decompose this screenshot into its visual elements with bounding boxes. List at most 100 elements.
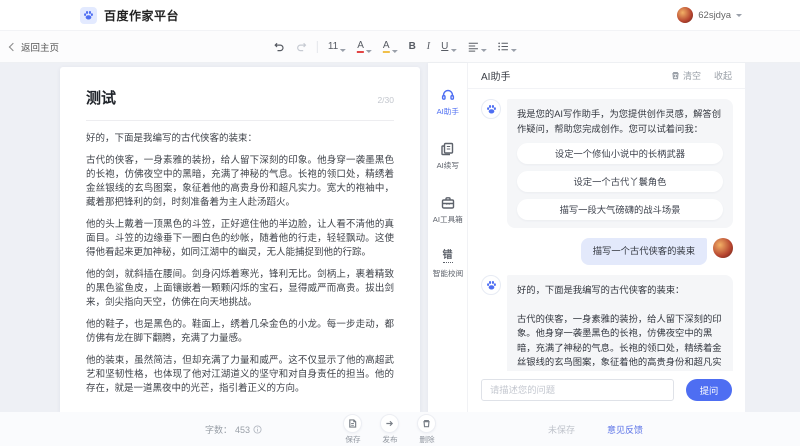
ai-welcome-row: 我是您的AI写作助手，为您提供创作灵感，解答创作疑问，帮助您完成创作。您可以试着… (481, 99, 733, 228)
user-menu[interactable]: 62sjdya (677, 7, 742, 23)
font-size-select[interactable]: 11 (327, 39, 347, 54)
suggestion-maid-role[interactable]: 设定一个古代丫鬟角色 (517, 171, 723, 192)
feedback-link[interactable]: 意见反馈 (607, 423, 643, 436)
assistant-paw-avatar (481, 275, 501, 295)
chevron-down-icon (366, 50, 372, 53)
redo-icon (296, 41, 307, 52)
user-avatar (677, 7, 693, 23)
underline-icon: U (441, 41, 448, 52)
align-button[interactable] (466, 39, 487, 54)
redo-button[interactable] (295, 39, 308, 54)
sidebar-item-ai-assistant[interactable]: AI助手 (436, 87, 460, 117)
collapse-panel-label: 收起 (714, 69, 732, 82)
doc-paragraph: 他的装束，虽然简洁，但却充满了力量和威严。这不仅显示了他的高超武艺和坚韧性格，也… (86, 354, 394, 396)
clear-chat-button[interactable]: 清空 (671, 69, 701, 82)
delete-button[interactable]: 删除 (417, 414, 436, 445)
bold-button[interactable]: B (408, 39, 417, 54)
chat-area: 我是您的AI写作助手，为您提供创作灵感，解答创作疑问，帮助您完成创作。您可以试着… (468, 89, 745, 371)
chevron-down-icon (480, 49, 486, 52)
back-home-link[interactable]: 返回主页 (10, 40, 59, 54)
doc-paragraph: 好的，下面是我编写的古代侠客的装束： (86, 132, 394, 146)
trash-icon (422, 419, 431, 428)
undo-icon (274, 41, 285, 52)
chevron-left-icon (9, 42, 17, 50)
italic-button[interactable]: I (426, 39, 431, 54)
title-divider (86, 120, 394, 121)
proofread-icon: 错 (440, 249, 455, 264)
main-area: 测试 2/30 好的，下面是我编写的古代侠客的装束： 古代的侠客，一身素雅的装扮… (0, 63, 800, 412)
bold-icon: B (409, 41, 416, 52)
app-header: 百度作家平台 62sjdya (0, 0, 800, 31)
ai-reply-intro: 好的，下面是我编写的古代侠客的装束： (517, 283, 723, 298)
highlight-color-button[interactable]: A (382, 39, 399, 55)
sidebar-item-label: AI工具箱 (433, 214, 463, 224)
undo-button[interactable] (273, 39, 286, 54)
back-home-label: 返回主页 (21, 40, 59, 54)
ai-reply-row: 好的，下面是我编写的古代侠客的装束： 古代的侠客，一身素雅的装扮，给人留下深刻的… (481, 275, 733, 371)
trash-icon (671, 71, 680, 80)
ai-welcome-text: 我是您的AI写作助手，为您提供创作灵感，解答创作疑问，帮助您完成创作。您可以试着… (517, 107, 723, 136)
delete-label: 删除 (419, 434, 434, 444)
doc-paragraph: 他的鞋子，也是黑色的。鞋面上，绣着几朵金色的小龙。每一步走动，都仿佛有龙在脚下翻… (86, 318, 394, 346)
save-button[interactable]: 保存 (343, 414, 362, 445)
ai-tools-sidebar: AI助手 AI续写 AI工具箱 错 智能校阅 (428, 63, 467, 412)
app-root: 百度作家平台 62sjdya 返回主页 11 A (0, 0, 800, 446)
doc-paragraph: 古代的侠客，一身素雅的装扮，给人留下深刻的印象。他身穿一袭墨黑色的长袍，仿佛夜空… (86, 154, 394, 210)
question-input[interactable] (481, 379, 674, 401)
ask-button[interactable]: 提问 (686, 379, 732, 401)
baidu-paw-logo-icon (80, 7, 97, 24)
assistant-paw-avatar (481, 99, 501, 119)
ai-reply-body: 古代的侠客，一身素雅的装扮，给人留下深刻的印象。他身穿一袭墨黑色的长袍，仿佛夜空… (517, 312, 723, 372)
word-count-label: 字数： (205, 423, 232, 436)
ask-input-row: 提问 (468, 371, 745, 412)
ai-welcome-bubble: 我是您的AI写作助手，为您提供创作灵感，解答创作疑问，帮助您完成创作。您可以试着… (507, 99, 733, 228)
sidebar-item-label: 智能校阅 (432, 268, 462, 278)
user-message-row: 描写一个古代侠客的装束 (481, 238, 733, 265)
align-icon (467, 41, 478, 52)
suggestion-weapon[interactable]: 设定一个修仙小说中的长柄武器 (517, 143, 723, 164)
headset-icon (440, 87, 455, 102)
document-editor[interactable]: 好的，下面是我编写的古代侠客的装束： 古代的侠客，一身素雅的装扮，给人留下深刻的… (86, 132, 394, 396)
assistant-header: AI助手 清空 收起 (468, 63, 745, 89)
assistant-title: AI助手 (481, 68, 510, 83)
document-card: 测试 2/30 好的，下面是我编写的古代侠客的装束： 古代的侠客，一身素雅的装扮… (60, 67, 420, 412)
list-icon (497, 41, 508, 52)
sidebar-item-ai-continue[interactable]: AI续写 (436, 141, 460, 171)
ai-reply-bubble: 好的，下面是我编写的古代侠客的装束： 古代的侠客，一身素雅的装扮，给人留下深刻的… (507, 275, 733, 371)
collapse-panel-button[interactable]: 收起 (714, 69, 732, 82)
word-count-value: 453 (235, 425, 250, 435)
title-char-counter: 2/30 (377, 95, 394, 105)
underline-button[interactable]: U (440, 39, 457, 54)
toolbox-icon (440, 195, 455, 210)
chevron-down-icon (392, 50, 398, 53)
info-icon[interactable] (253, 425, 262, 434)
word-count: 字数：453 (205, 423, 262, 436)
document-title-field[interactable]: 测试 (86, 87, 116, 108)
font-color-button[interactable]: A (356, 39, 373, 55)
toolbar-row: 返回主页 11 A A B I U (0, 31, 800, 63)
footer-bar: 字数：453 保存 发布 删除 未保存 意见反馈 (0, 412, 800, 446)
user-message-bubble: 描写一个古代侠客的装束 (581, 238, 707, 265)
ai-assistant-panel: AI助手 清空 收起 (467, 63, 745, 412)
unsaved-status: 未保存 (548, 423, 575, 436)
italic-icon: I (427, 41, 430, 52)
user-name: 62sjdya (698, 10, 731, 21)
document-pages-icon (440, 141, 455, 156)
sidebar-item-label: AI续写 (436, 160, 458, 170)
chevron-down-icon (340, 49, 346, 52)
footer-actions: 保存 发布 删除 (343, 414, 436, 445)
save-file-icon (348, 419, 357, 428)
app-title: 百度作家平台 (104, 7, 179, 24)
suggestion-battle-scene[interactable]: 描写一段大气磅礴的战斗场景 (517, 199, 723, 220)
clear-chat-label: 清空 (683, 69, 701, 82)
save-label: 保存 (345, 434, 360, 444)
chevron-down-icon (510, 49, 516, 52)
sidebar-item-smart-proofread[interactable]: 错 智能校阅 (432, 249, 464, 279)
sidebar-item-ai-toolbox[interactable]: AI工具箱 (432, 195, 464, 225)
highlight-color-icon: A (383, 41, 390, 53)
doc-paragraph: 他的剑，就斜插在腰间。剑身闪烁着寒光，锋利无比。剑柄上，裹着精致的黑色鲨鱼皮，上… (86, 268, 394, 310)
sidebar-item-label: AI助手 (436, 106, 458, 116)
list-button[interactable] (496, 39, 517, 54)
font-color-icon: A (357, 41, 364, 53)
publish-button[interactable]: 发布 (380, 414, 399, 445)
